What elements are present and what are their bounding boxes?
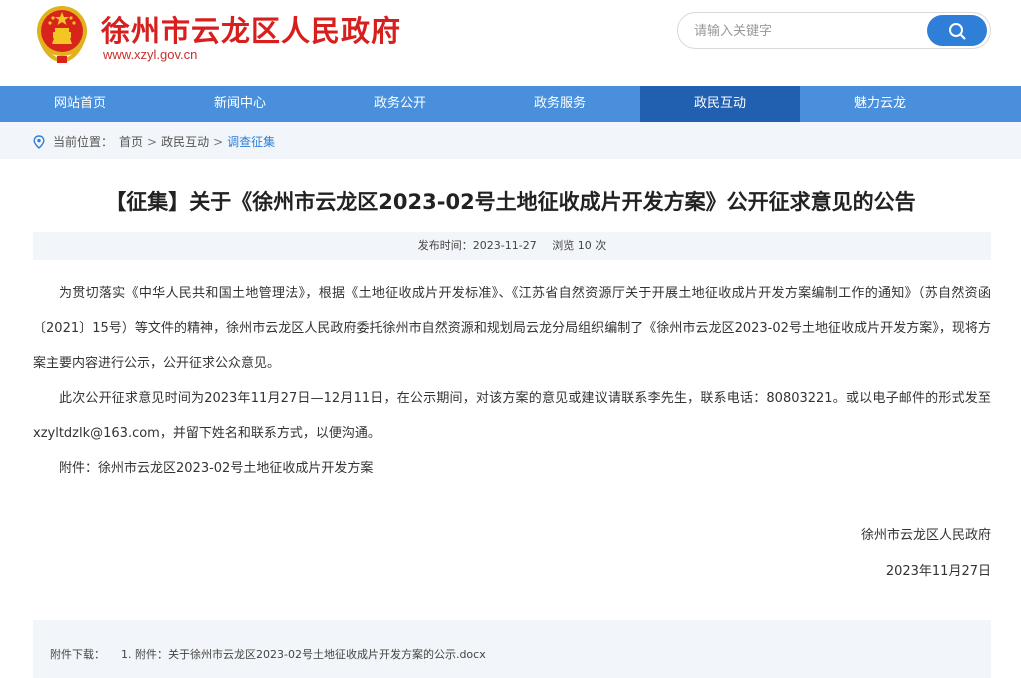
article-title: 【征集】关于《徐州市云龙区2023-02号土地征收成片开发方案》公开征求意见的公… — [105, 190, 916, 214]
breadcrumb: 当前位置： 首页 > 政民互动 > 调查征集 — [33, 133, 275, 150]
nav-item-home[interactable]: 网站首页 — [0, 86, 160, 122]
paragraph: 附件：徐州市云龙区2023-02号土地征收成片开发方案 — [59, 461, 374, 476]
location-pin-icon — [33, 134, 45, 149]
main-nav: 网站首页 新闻中心 政务公开 政务服务 政民互动 魅力云龙 — [0, 86, 1021, 122]
breadcrumb-prefix: 当前位置： — [53, 135, 114, 149]
sign-date: 2023年11月27日 — [885, 564, 991, 579]
breadcrumb-interaction[interactable]: 政民互动 — [161, 133, 209, 150]
nav-item-interaction[interactable]: 政民互动 — [640, 86, 800, 122]
site-url[interactable]: www.xzyl.gov.cn — [103, 47, 197, 62]
publish-date: 2023-11-27 — [472, 239, 537, 252]
search-input[interactable] — [694, 21, 914, 41]
nav-item-gov-services[interactable]: 政务服务 — [480, 86, 640, 122]
breadcrumb-survey[interactable]: 调查征集 — [227, 133, 275, 150]
paragraph: 为贯切落实《中华人民共和国土地管理法》，根据《土地征收成片开发标准》、《江苏省自… — [33, 286, 991, 371]
attachment-label: 附件下载： — [50, 648, 105, 661]
article-content: 为贯切落实《中华人民共和国土地管理法》，根据《土地征收成片开发标准》、《江苏省自… — [33, 276, 991, 486]
search-button[interactable] — [927, 15, 987, 46]
attachment-panel: 附件下载： 1. 附件：关于徐州市云龙区2023-02号土地征收成片开发方案的公… — [33, 620, 991, 678]
publish-info: 发布时间：2023-11-27 — [418, 239, 537, 252]
breadcrumb-separator: > — [147, 134, 158, 149]
paragraph: 此次公开征求意见时间为2023年11月27日—12月11日，在公示期间，对该方案… — [33, 391, 991, 441]
site-header: 徐州市云龙区人民政府 www.xzyl.gov.cn — [0, 0, 1021, 86]
view-count: 浏览 10 次 — [552, 239, 607, 252]
national-emblem-icon — [33, 4, 91, 64]
nav-item-news[interactable]: 新闻中心 — [160, 86, 320, 122]
nav-item-charm-yunlong[interactable]: 魅力云龙 — [800, 86, 960, 122]
breadcrumb-bar: 当前位置： 首页 > 政民互动 > 调查征集 — [0, 122, 1021, 159]
attachment-link[interactable]: 1. 附件：关于徐州市云龙区2023-02号土地征收成片开发方案的公示.docx — [121, 646, 486, 662]
signature: 徐州市云龙区人民政府 — [860, 528, 991, 543]
breadcrumb-home[interactable]: 首页 — [119, 133, 143, 150]
search-box — [677, 12, 991, 49]
breadcrumb-separator: > — [213, 134, 224, 149]
article-meta: 发布时间：2023-11-27 浏览 10 次 — [33, 232, 991, 260]
nav-item-gov-affairs[interactable]: 政务公开 — [320, 86, 480, 122]
site-title[interactable]: 徐州市云龙区人民政府 — [101, 8, 401, 50]
search-icon — [949, 22, 966, 39]
publish-label: 发布时间： — [417, 239, 473, 252]
